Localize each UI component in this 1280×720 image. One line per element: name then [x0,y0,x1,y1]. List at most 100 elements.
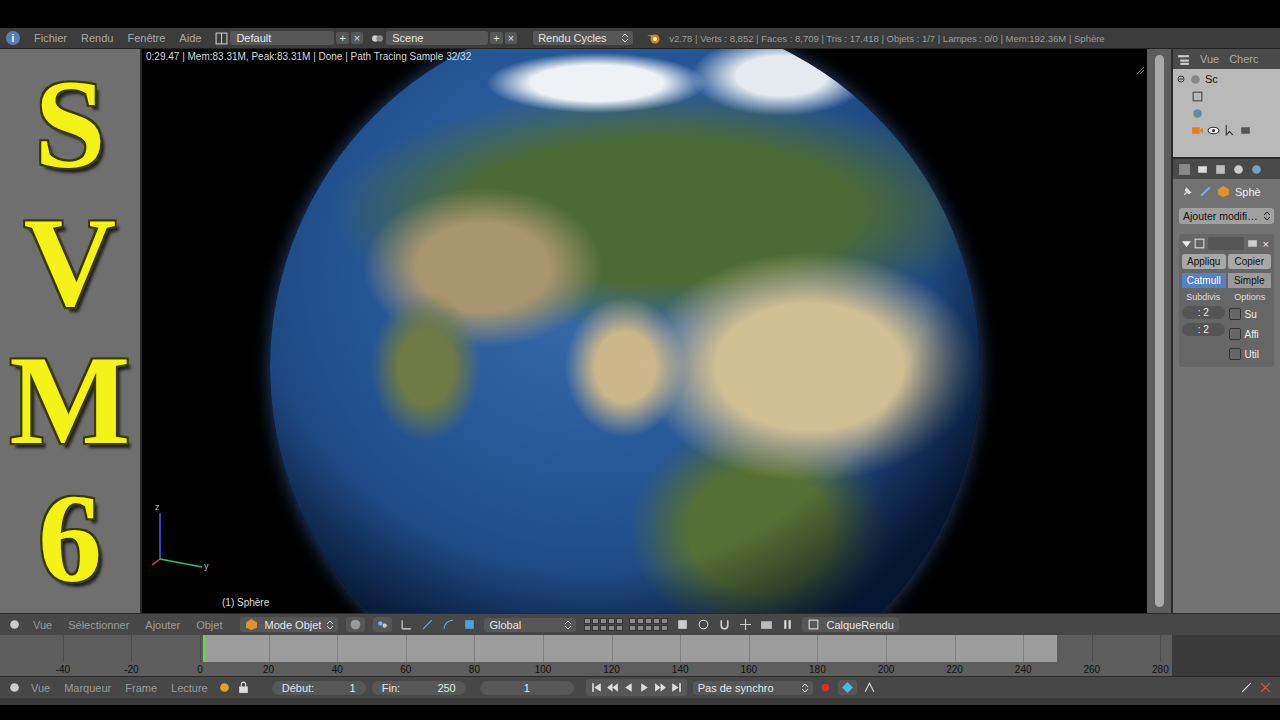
prev-keyframe-icon[interactable] [606,681,619,694]
viewport-scrollbar[interactable] [1147,49,1173,613]
modifier-action-button[interactable]: Copier [1228,254,1272,269]
outliner-menu-item[interactable]: Vue [1200,53,1219,65]
3d-viewport[interactable]: 0:29.47 | Mem:83.31M, Peak:83.31M | Done… [142,49,1147,613]
mode-dropdown[interactable]: Mode Objet [240,617,338,632]
info-icon[interactable]: i [6,31,20,45]
end-frame-field[interactable]: Fin: 250 [372,681,466,695]
translate-icon[interactable] [421,618,434,631]
current-frame-cursor[interactable] [203,635,205,662]
layer-toggle[interactable] [629,618,636,624]
outliner-item[interactable] [1177,88,1276,104]
scale-icon[interactable] [463,618,476,631]
layer-toggle[interactable] [616,618,623,624]
pivot-button[interactable] [373,617,392,632]
properties-icon[interactable] [1178,163,1191,176]
layer-toggle[interactable] [600,618,607,624]
add-modifier-dropdown[interactable]: Ajouter modifi… [1179,208,1274,224]
layers-tab-icon[interactable] [1214,163,1227,176]
opengl-render-icon[interactable] [760,618,773,631]
checkbox[interactable] [1229,348,1241,360]
play-icon[interactable] [638,681,651,694]
layer-toggle[interactable] [645,618,652,624]
scene-selector[interactable]: Scene + × [371,31,517,45]
layer-toggle[interactable] [584,625,591,631]
viewport-menu-item[interactable]: Vue [29,619,56,631]
viewport-menu-item[interactable]: Ajouter [141,619,184,631]
cursor-icon[interactable] [1223,124,1236,137]
layer-toggle[interactable] [637,625,644,631]
snap-element-icon[interactable] [739,618,752,631]
sync-dropdown[interactable]: Pas de synchro [693,681,813,695]
jump-start-icon[interactable] [590,681,603,694]
orientation-dropdown[interactable]: Global [484,618,576,632]
timeline-menu-item[interactable]: Frame [121,682,161,694]
render-engine-dropdown[interactable]: Rendu Cycles [533,31,633,45]
eye-icon[interactable] [1207,124,1220,137]
layout-name[interactable]: Default [230,31,334,45]
layer-toggle[interactable] [608,625,615,631]
timeline-menu-item[interactable]: Marqueur [60,682,115,694]
layer-toggle[interactable] [600,625,607,631]
outliner-icon[interactable] [1177,53,1190,66]
keying-set-button[interactable] [838,680,857,695]
layer-toggle[interactable] [661,618,668,624]
menu-item[interactable]: Rendu [81,32,113,44]
timeline[interactable]: -40 -20 0 20 40 60 80 100 120 140 160 18… [0,635,1172,676]
editor-type-icon[interactable] [8,681,21,694]
add-button[interactable]: + [490,32,502,44]
scene-name[interactable]: Scene [386,31,488,45]
insert-key-icon[interactable] [1240,681,1253,694]
checkbox[interactable] [1229,328,1241,340]
render-icon[interactable] [1239,124,1252,137]
current-frame-field[interactable]: 1 [480,681,574,695]
option-checkbox[interactable]: Affi [1229,326,1272,342]
add-button[interactable]: + [336,32,348,44]
timeline-menu-item[interactable]: Vue [27,682,54,694]
record-icon[interactable] [819,681,832,694]
menu-item[interactable]: Aide [179,32,201,44]
option-checkbox[interactable]: Util [1229,346,1272,362]
jump-end-icon[interactable] [670,681,683,694]
layer-toggle[interactable] [653,625,660,631]
preview-range-icon[interactable] [218,681,231,694]
next-keyframe-icon[interactable] [654,681,667,694]
layer-toggle[interactable] [592,618,599,624]
pause-icon[interactable] [781,618,794,631]
layer-toggle[interactable] [645,625,652,631]
close-button[interactable]: × [351,32,363,44]
scene-tab-icon[interactable] [1232,163,1245,176]
outliner-menu-item[interactable]: Cherc [1229,53,1258,65]
viewport-menu-item[interactable]: Objet [192,619,226,631]
viewport-menu-item[interactable]: Sélectionner [64,619,133,631]
close-button[interactable]: × [505,32,517,44]
snap-icon[interactable] [718,618,731,631]
render-layer-field[interactable]: CalqueRendu [802,617,898,632]
camera-visibility-icon[interactable] [1246,237,1259,250]
layer-toggle[interactable] [592,625,599,631]
layer-toggle[interactable] [629,625,636,631]
start-frame-field[interactable]: Début: 1 [272,681,366,695]
render-tab-icon[interactable] [1196,163,1209,176]
lock-icon[interactable] [237,681,250,694]
modifier-action-button[interactable]: Appliqu [1182,254,1226,269]
subdivision-type-option[interactable]: Catmull [1182,273,1226,288]
expanded-icon[interactable] [1177,75,1186,84]
expanded-icon[interactable] [1182,239,1191,248]
proportional-edit-icon[interactable] [697,618,710,631]
editor-type-icon[interactable] [8,618,21,631]
layer-toggle[interactable] [584,618,591,624]
shading-button[interactable] [346,617,365,632]
level-field[interactable]: : 2 [1182,306,1225,319]
outliner-item[interactable]: Sc [1177,71,1276,87]
checkbox[interactable] [1229,308,1241,320]
outliner-item[interactable] [1177,122,1276,138]
rotate-icon[interactable] [442,618,455,631]
layer-lock-icon[interactable] [676,618,689,631]
subdivision-type-option[interactable]: Simple [1228,273,1272,288]
modifier-name-field[interactable] [1208,237,1244,250]
menu-item[interactable]: Fichier [34,32,67,44]
area-corner-icon[interactable] [1135,65,1145,75]
world-tab-icon[interactable] [1250,163,1263,176]
layer-toggle[interactable] [608,618,615,624]
scrollbar-thumb[interactable] [1155,55,1164,607]
